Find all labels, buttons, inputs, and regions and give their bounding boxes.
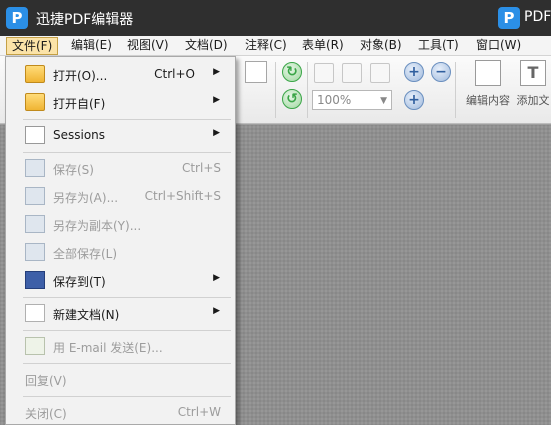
menu-email-label: 用 E-mail 发送(E)... [53,341,163,355]
rotate-counterclockwise-icon[interactable]: ↺ [282,89,302,109]
submenu-arrow-icon: ▶ [213,67,220,77]
menu-view[interactable]: 视图(V) [122,37,174,55]
edit-content-button[interactable]: 编辑内容 [462,60,514,108]
add-text-button[interactable]: T 添加文 [515,60,551,108]
submenu-arrow-icon: ▶ [213,306,220,316]
menu-comment[interactable]: 注释(C) [240,37,292,55]
menu-save-copy[interactable]: 另存为副本(Y)... [6,212,235,236]
sessions-icon [25,126,45,144]
menu-save-to-label: 保存到(T) [53,275,106,289]
save-as-icon [25,187,45,205]
save-icon [25,159,45,177]
zoom-out-icon[interactable]: − [431,62,451,82]
menu-sessions-label: Sessions [53,128,106,142]
submenu-arrow-icon: ▶ [213,273,220,283]
toolbar-separator [455,62,456,118]
menu-file[interactable]: 文件(F) [6,37,59,55]
save-all-icon [25,243,45,261]
menu-separator [23,330,231,331]
file-menu-dropdown: 打开(O)... Ctrl+O ▶ 打开自(F) ▶ Sessions ▶ 保存… [5,56,236,425]
menu-bar: 文件(F) 编辑(E) 视图(V) 文档(D) 注释(C) 表单(R) 对象(B… [0,36,551,56]
menu-close[interactable]: 关闭(C) Ctrl+W [6,400,235,424]
zoom-level-value: 100% [317,93,352,107]
menu-revert[interactable]: 回复(V) [6,367,235,391]
menu-document[interactable]: 文档(D) [180,37,233,55]
edit-content-label: 编辑内容 [466,94,510,107]
menu-open[interactable]: 打开(O)... Ctrl+O ▶ [6,62,235,86]
menu-save-all-label: 全部保存(L) [53,247,118,261]
submenu-arrow-icon: ▶ [213,128,220,138]
folder-icon [25,65,45,83]
zoom-select-icon[interactable]: + [404,62,424,82]
menu-save-as-label: 另存为(A)... [53,191,119,205]
menu-form[interactable]: 表单(R) [297,37,349,55]
menu-open-from[interactable]: 打开自(F) ▶ [6,90,235,114]
menu-new-document[interactable]: 新建文档(N) ▶ [6,301,235,325]
email-icon [25,337,45,355]
menu-save-copy-label: 另存为副本(Y)... [53,219,142,233]
window-title: 迅捷PDF编辑器 [36,12,134,28]
menu-separator [23,119,231,120]
menu-revert-label: 回复(V) [25,374,67,388]
submenu-arrow-icon: ▶ [213,95,220,105]
zoom-level-select[interactable]: 100% ▼ [312,90,392,110]
zoom-in-icon[interactable]: + [404,90,424,110]
toolbar-separator [307,62,308,118]
save-copy-icon [25,215,45,233]
chevron-down-icon: ▼ [380,96,387,106]
menu-object[interactable]: 对象(B) [355,37,407,55]
menu-open-from-label: 打开自(F) [53,97,106,111]
add-text-label: 添加文 [516,94,550,107]
menu-separator [23,396,231,397]
app-logo-icon: P [6,7,28,29]
edit-content-icon [475,60,501,86]
actual-size-icon[interactable] [314,63,334,83]
menu-save-all[interactable]: 全部保存(L) [6,240,235,264]
app-logo-secondary-icon: P [498,7,520,29]
menu-save-as[interactable]: 另存为(A)... Ctrl+Shift+S [6,184,235,208]
menu-open-label: 打开(O)... [53,69,108,83]
add-text-icon: T [520,60,546,86]
menu-separator [23,363,231,364]
menu-save-as-shortcut: Ctrl+Shift+S [144,189,221,203]
folder-open-icon [25,93,45,111]
menu-close-shortcut: Ctrl+W [177,405,221,419]
select-tool-icon[interactable] [245,61,267,83]
title-bar: P 迅捷PDF编辑器 P PDF [0,0,551,36]
menu-edit[interactable]: 编辑(E) [66,37,117,55]
save-to-icon [25,271,45,289]
menu-save-label: 保存(S) [53,163,94,177]
menu-open-shortcut: Ctrl+O [154,67,195,81]
menu-new-document-label: 新建文档(N) [53,308,120,322]
new-document-icon [25,304,45,322]
fit-width-icon[interactable] [370,63,390,83]
fit-page-icon[interactable] [342,63,362,83]
menu-tools[interactable]: 工具(T) [413,37,464,55]
menu-save-shortcut: Ctrl+S [181,161,221,175]
menu-separator [23,152,231,153]
menu-window[interactable]: 窗口(W) [471,37,526,55]
window-title-secondary: PDF [524,9,551,25]
rotate-clockwise-icon[interactable]: ↻ [282,62,302,82]
menu-save-to[interactable]: 保存到(T) ▶ [6,268,235,292]
menu-save[interactable]: 保存(S) Ctrl+S [6,156,235,180]
toolbar-separator [275,62,276,118]
menu-sessions[interactable]: Sessions ▶ [6,123,235,147]
menu-separator [23,297,231,298]
menu-close-label: 关闭(C) [25,407,67,421]
menu-email[interactable]: 用 E-mail 发送(E)... [6,334,235,358]
